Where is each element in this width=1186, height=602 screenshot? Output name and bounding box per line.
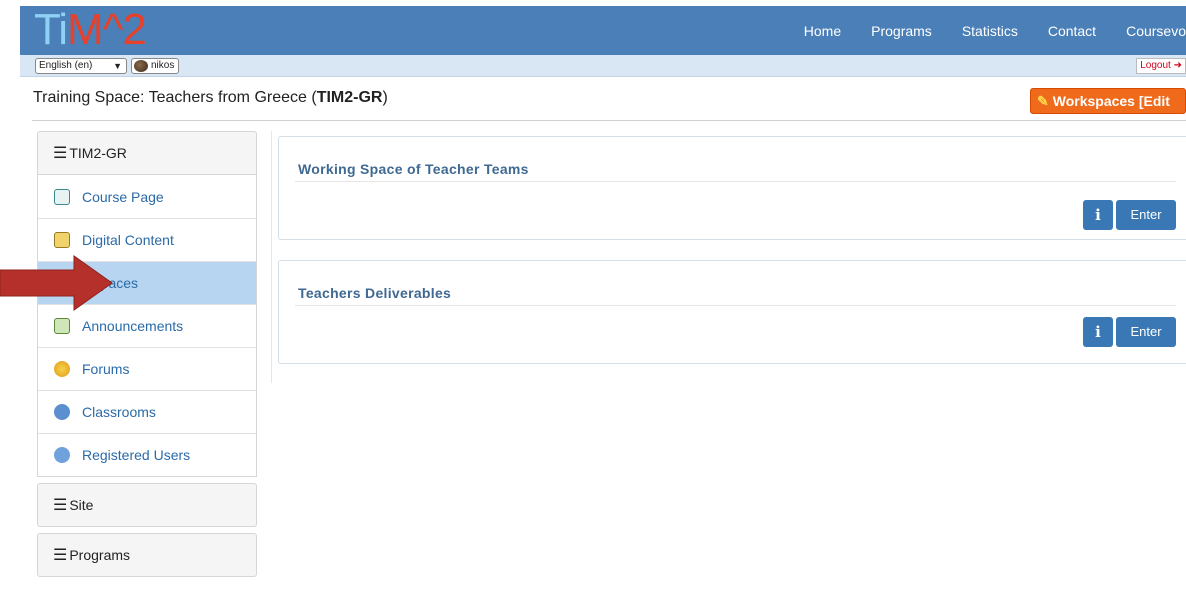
sub-bar: English (en) ▼ nikos Logout ➜ [20,55,1186,77]
language-select[interactable]: English (en) ▼ [35,58,127,74]
sidebar-item-course-page[interactable]: Course Page [38,175,256,218]
course-code: TIM2-GR [316,89,383,106]
workspace-title: Teachers Deliverables [298,285,452,301]
info-icon: i [1095,206,1101,224]
classrooms-icon [54,404,70,420]
site-logo[interactable]: TiM^2 [34,8,147,52]
course-menu: Course Page Digital Content rkspaces Ann… [37,175,257,477]
workspace-title: Working Space of Teacher Teams [298,161,529,177]
enter-button[interactable]: Enter [1116,200,1176,230]
nav-programs[interactable]: Programs [871,23,932,39]
enter-button[interactable]: Enter [1116,317,1176,347]
nav-statistics[interactable]: Statistics [962,23,1018,39]
site-menu-header[interactable]: ☰ Site [37,483,257,527]
sidebar-item-forums[interactable]: Forums [38,347,256,390]
column-divider [271,131,272,383]
card-divider [295,305,1176,306]
hamburger-icon: ☰ [53,547,68,564]
sidebar-item-classrooms[interactable]: Classrooms [38,390,256,433]
avatar [134,60,148,72]
info-button[interactable]: i [1083,317,1113,347]
course-menu-header[interactable]: ☰ TIM2-GR [37,131,257,175]
course-page-icon [54,188,70,205]
hamburger-icon: ☰ [53,145,68,162]
announcements-icon [54,318,70,334]
forums-icon [54,361,70,377]
workspace-card: Working Space of Teacher Teams i Enter [278,136,1186,240]
sidebar: ☰TIM2-GR Course Page Digital Content rks… [37,131,257,577]
chevron-down-icon: ▼ [113,61,122,71]
logout-icon: ➜ [1173,60,1182,71]
workspaces-edit-button[interactable]: ✎ Workspaces [Edit [1030,88,1186,114]
hamburger-icon: ☰ [53,497,68,514]
user-menu[interactable]: nikos [131,58,180,74]
programs-menu-header[interactable]: ☰ Programs [37,533,257,577]
pencil-icon: ✎ [1037,93,1049,109]
logout-button[interactable]: Logout ➜ [1136,58,1186,74]
main-nav: Home Programs Statistics Contact Coursev… [774,6,1186,55]
page-title: Training Space: Teachers from Greece (TI… [33,89,388,106]
card-divider [295,181,1176,182]
registered-users-icon [54,447,70,463]
info-icon: i [1095,323,1101,341]
top-header: TiM^2 Home Programs Statistics Contact C… [20,6,1186,55]
sidebar-item-registered-users[interactable]: Registered Users [38,433,256,476]
annotation-arrow-icon [0,255,113,311]
workspace-card: Teachers Deliverables i Enter [278,260,1186,364]
title-divider [32,120,1186,121]
digital-content-icon [54,232,70,248]
nav-home[interactable]: Home [804,23,841,39]
nav-contact[interactable]: Contact [1048,23,1096,39]
username: nikos [151,60,175,71]
nav-courseviewer[interactable]: Coursevo [1126,23,1186,39]
info-button[interactable]: i [1083,200,1113,230]
